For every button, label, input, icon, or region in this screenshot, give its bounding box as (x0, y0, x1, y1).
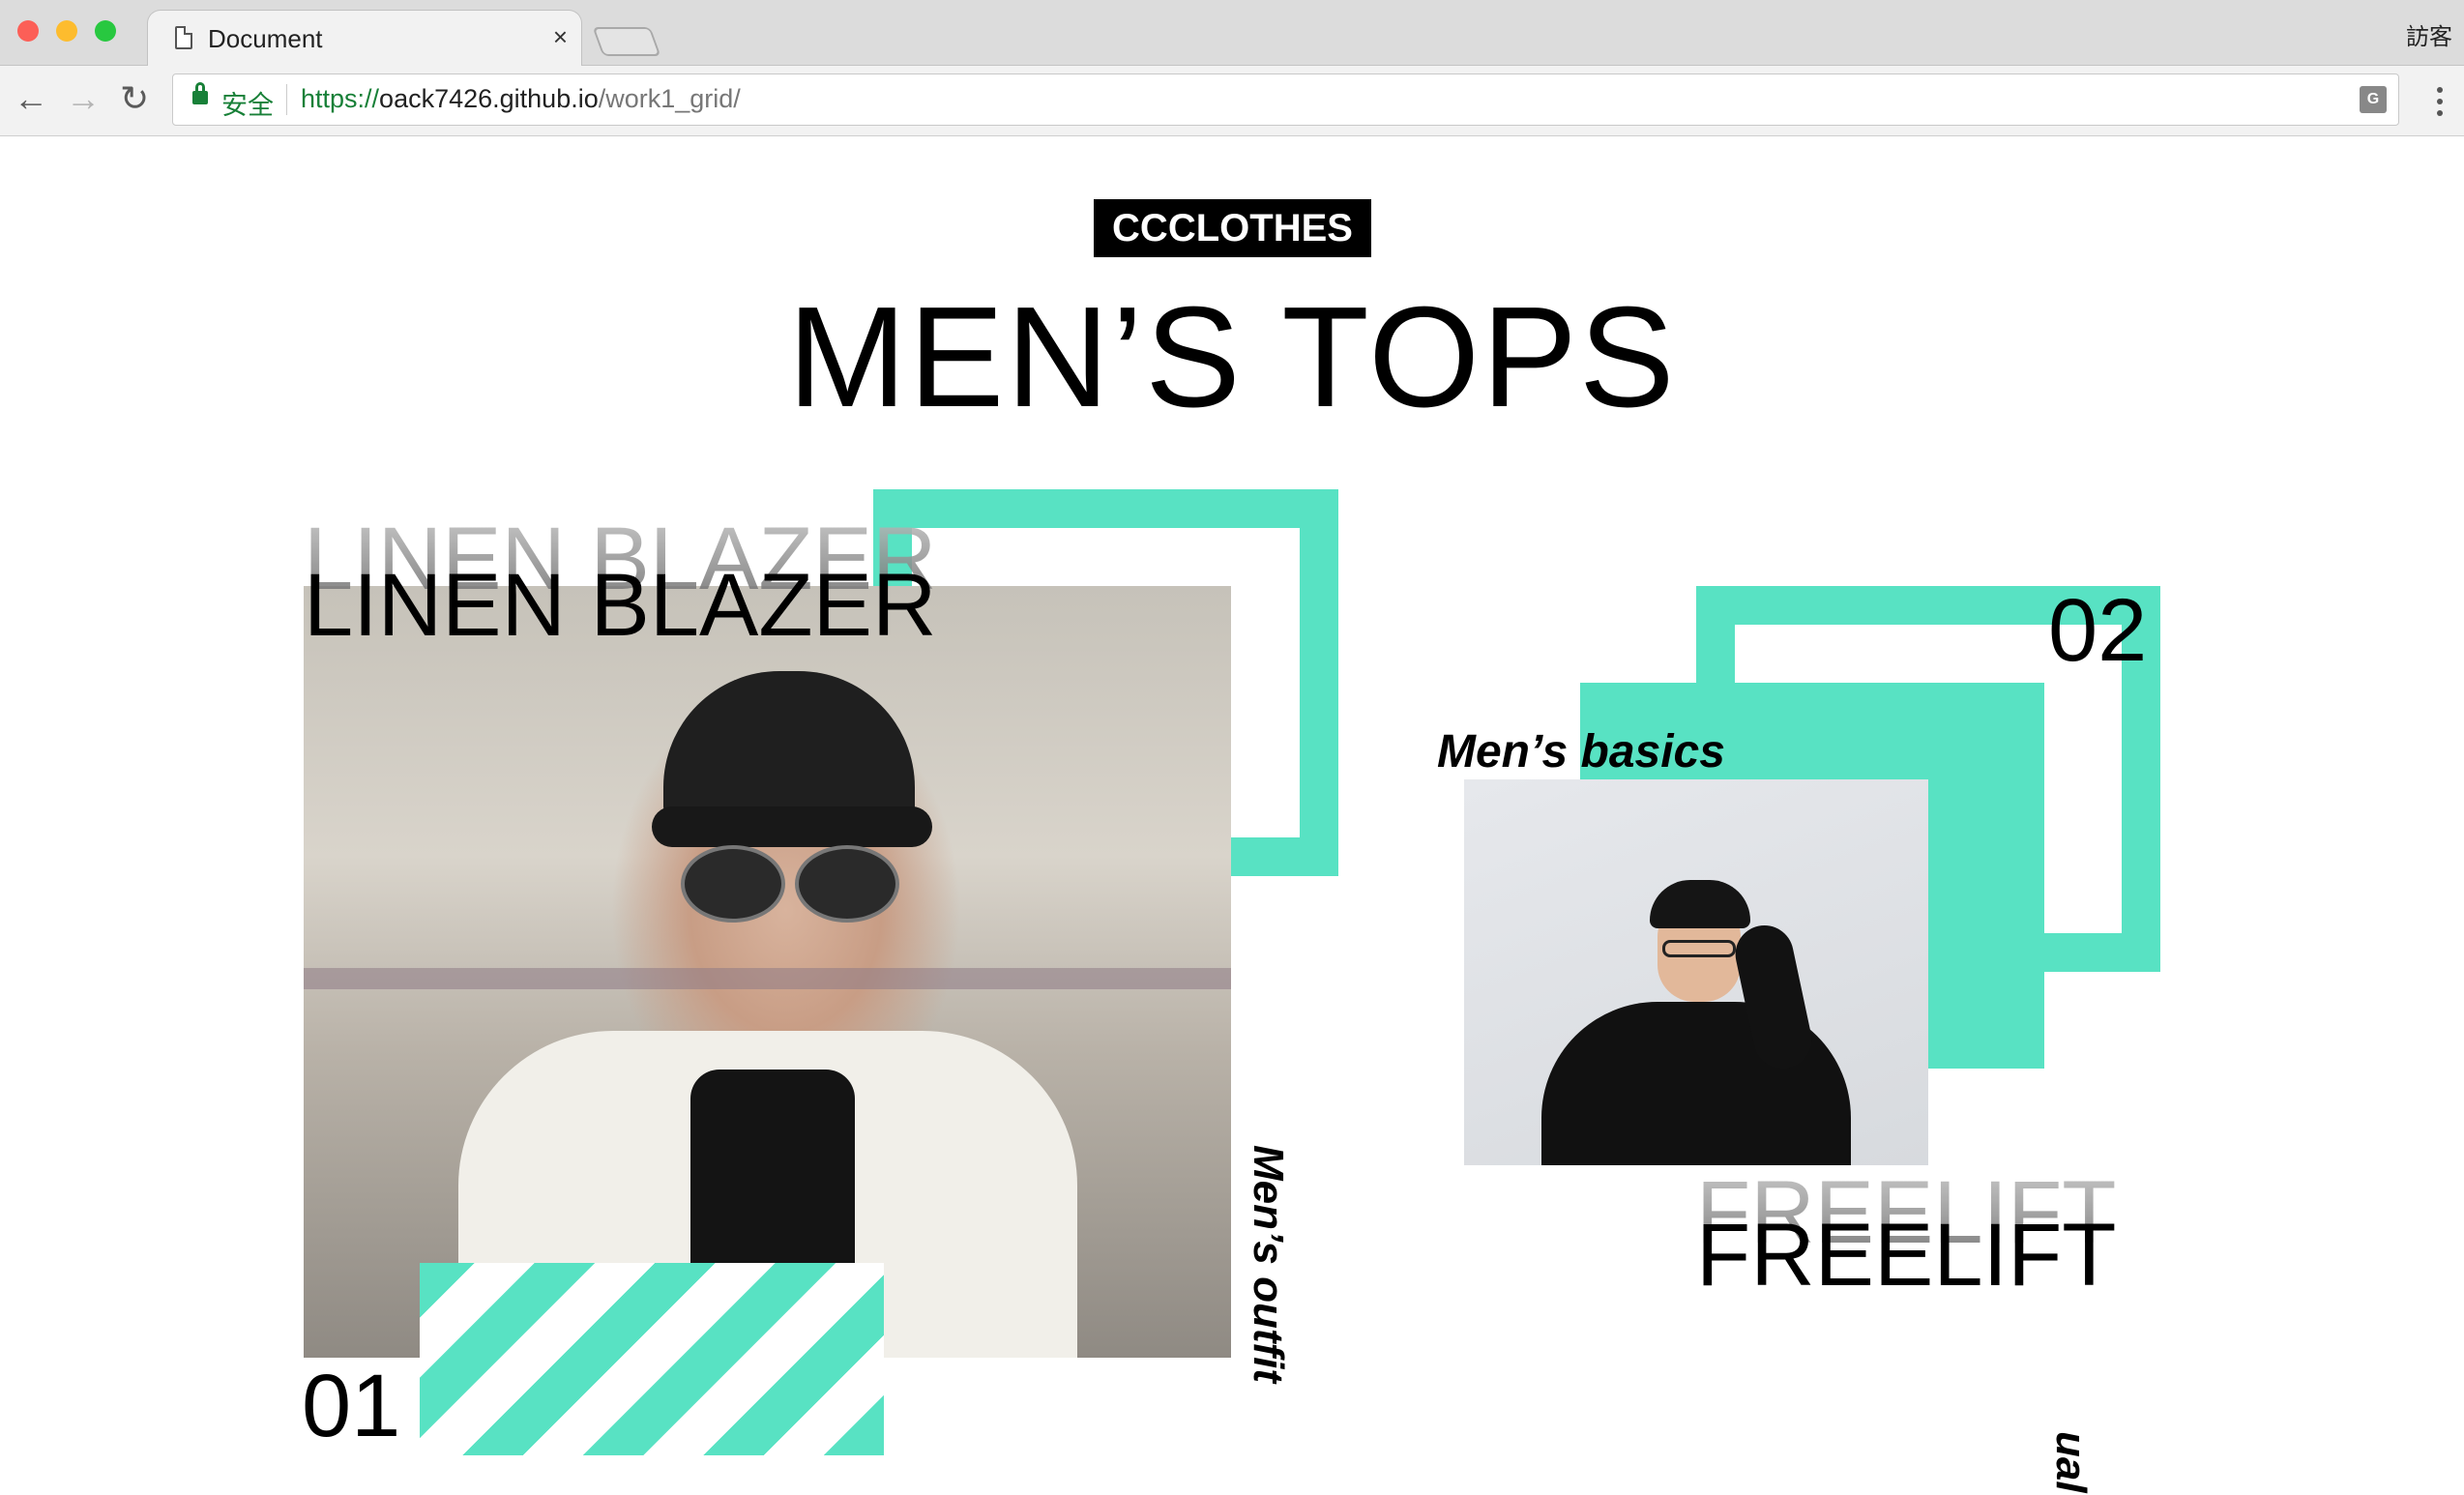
photo-cap (663, 671, 915, 826)
card-number-02: 02 (2048, 581, 2148, 680)
product-photo-linen-blazer[interactable] (304, 586, 1231, 1358)
kebab-menu-icon[interactable] (2416, 87, 2464, 126)
browser-toolbar: ← → ↻ 安全 https://oack7426.github.io/work… (0, 66, 2464, 136)
address-bar[interactable]: 安全 https://oack7426.github.io/work1_grid… (172, 73, 2399, 126)
secure-label[interactable]: 安全 (221, 84, 274, 122)
translate-icon[interactable]: G (2360, 86, 2387, 113)
photo-sunglass-lens (795, 845, 899, 923)
address-divider (286, 84, 287, 115)
photo-cap-brim (652, 806, 932, 847)
document-icon (175, 26, 192, 49)
photo-glasses (1662, 940, 1736, 957)
card-caption-02: Men’s basics (1437, 726, 1725, 777)
tab-close-icon[interactable]: × (553, 22, 568, 51)
minimize-window-icon[interactable] (56, 20, 77, 42)
page-title: MEN’S TOPS (787, 278, 1677, 437)
url-host: oack7426.github.io (379, 84, 599, 113)
url-path: /work1_grid/ (598, 84, 741, 113)
striped-accent-block (420, 1263, 884, 1455)
close-window-icon[interactable] (17, 20, 39, 42)
photo-hair (1650, 880, 1750, 928)
product-photo-freelift[interactable] (1464, 779, 1928, 1165)
url-scheme: https:// (301, 84, 380, 113)
card-number-01: 01 (302, 1357, 401, 1455)
new-tab-button[interactable] (592, 27, 661, 56)
brand-badge: CCCLOTHES (1094, 199, 1371, 257)
card-title-02: FREELIFT (1696, 1206, 2117, 1304)
browser-tab[interactable]: Document × (147, 10, 582, 67)
browser-tab-bar: Document × 訪客 (0, 0, 2464, 67)
photo-sunglass-lens (681, 845, 785, 923)
tab-title: Document (208, 24, 323, 53)
profile-label[interactable]: 訪客 (2406, 17, 2452, 51)
card-caption-01: Men’s outfit (1245, 1145, 1292, 1384)
card-caption-03-fragment: ual (2047, 1431, 2095, 1493)
url-text[interactable]: https://oack7426.github.io/work1_grid/ (301, 84, 741, 114)
back-arrow-icon[interactable]: ← (14, 79, 48, 118)
reload-icon[interactable]: ↻ (120, 79, 149, 118)
card-title-01: LINEN BLAZER (304, 556, 937, 655)
lock-icon (192, 82, 208, 104)
forward-arrow-icon[interactable]: → (66, 79, 101, 118)
photo-background-stripe (304, 968, 1231, 989)
maximize-window-icon[interactable] (95, 20, 116, 42)
